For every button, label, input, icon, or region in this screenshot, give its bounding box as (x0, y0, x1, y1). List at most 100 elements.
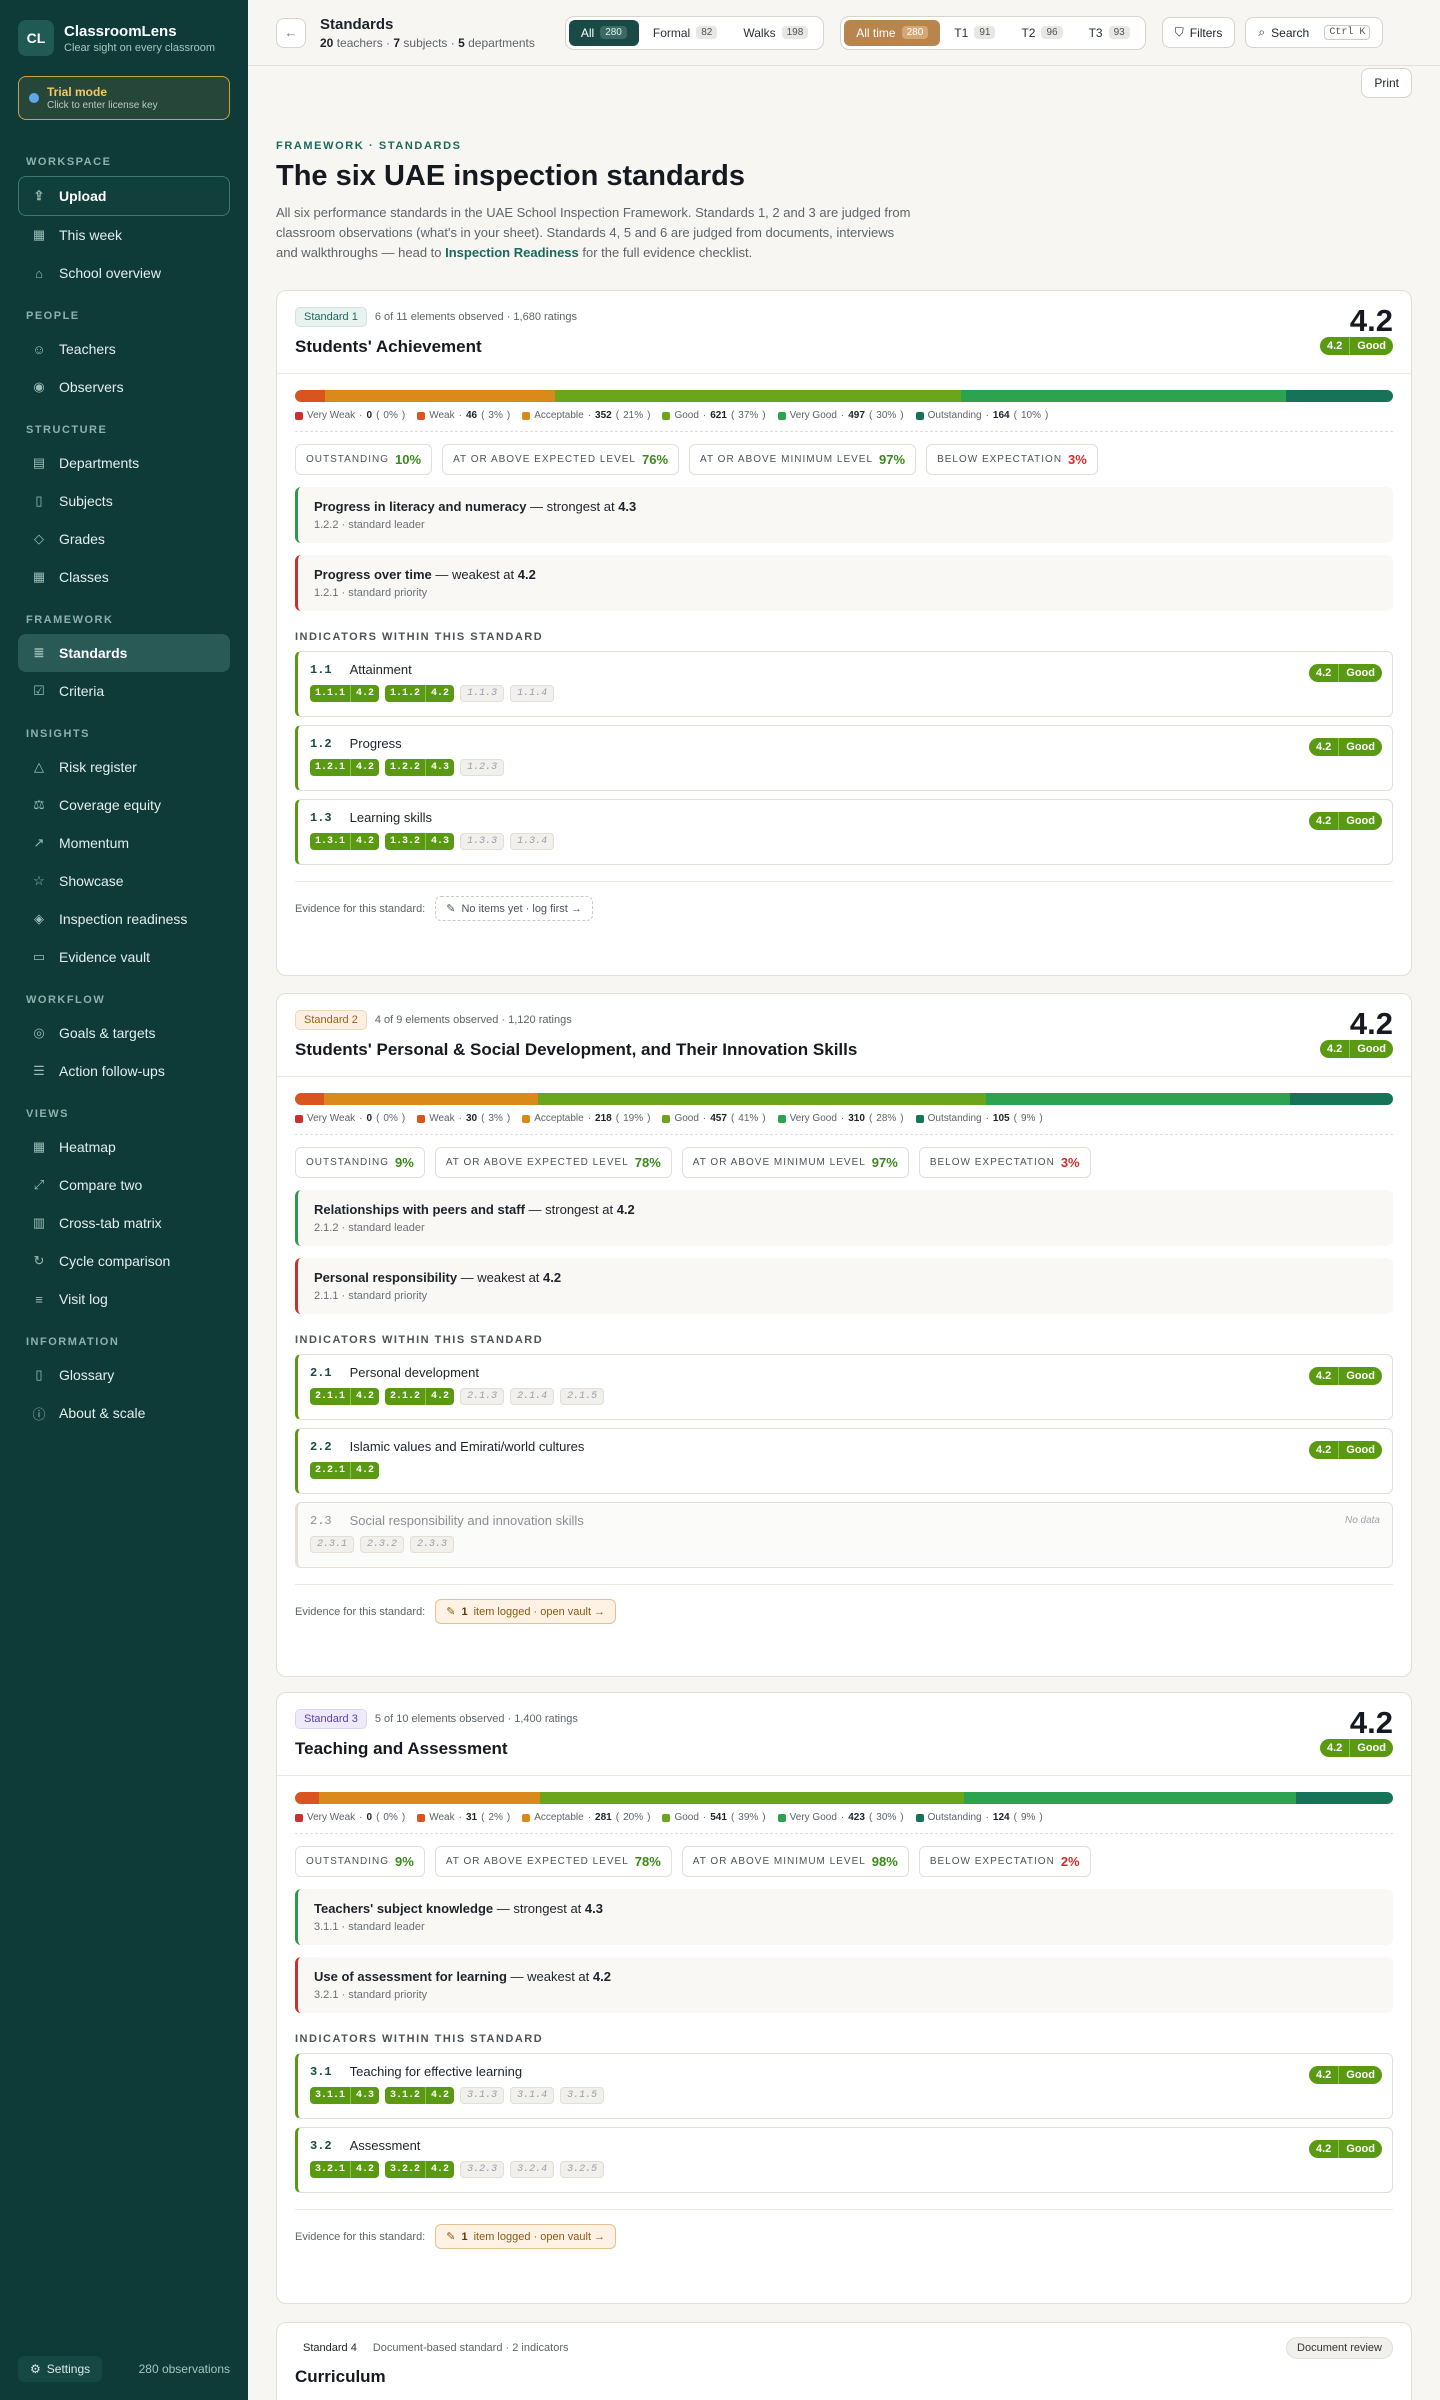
indicator-row[interactable]: 2.1 Personal development 4.2 Good 2.1.1 4.2 2.… (295, 1354, 1393, 1420)
sidebar-item-heatmap[interactable]: ▦ Heatmap (18, 1128, 230, 1166)
back-button[interactable]: ← (276, 17, 306, 48)
callout-connector: — weakest at (431, 567, 518, 582)
legend-item: Good · 457(41%) (662, 1113, 766, 1124)
stat-label: OUTSTANDING (306, 454, 390, 465)
sidebar-item-evidence-vault[interactable]: ▭ Evidence vault (18, 938, 230, 976)
checklist-icon: ☑ (33, 683, 45, 698)
indicator-header: 2.1 Personal development (310, 1365, 1380, 1380)
callout-score: 4.3 (584, 1901, 603, 1916)
filters-button[interactable]: ⛉ Filters (1161, 17, 1236, 48)
element-chip[interactable]: 2.1.2 4.2 (385, 1388, 455, 1405)
sidebar-item-crosstab-matrix[interactable]: ▥ Cross-tab matrix (18, 1204, 230, 1242)
element-chip-unobserved: 1.1.4 (510, 685, 555, 702)
brand[interactable]: CL ClassroomLens Clear sight on every cl… (0, 0, 248, 70)
sidebar-item-standards[interactable]: ≣ Standards (18, 634, 230, 672)
filter-t3[interactable]: T3 93 (1077, 20, 1142, 46)
chip-score: 4.3 (350, 2087, 379, 2104)
inspection-readiness-link[interactable]: Inspection Readiness (445, 245, 579, 260)
element-chip[interactable]: 3.1.1 4.3 (310, 2087, 380, 2104)
indicator-row[interactable]: 3.1 Teaching for effective learning 4.2 Goo… (295, 2053, 1393, 2119)
filter-walks[interactable]: Walks 198 (731, 20, 820, 46)
sidebar-item-action-followups[interactable]: ☰ Action follow-ups (18, 1052, 230, 1090)
distribution-legend: Very Weak · 0(0%) Weak · 46(3%) Acceptable · 352… (295, 410, 1393, 421)
filter-all[interactable]: All 280 (568, 19, 639, 46)
indicator-row[interactable]: 1.2 Progress 4.2 Good 1.2.1 4.2 1.2.2 4.3 1.2.3 (295, 725, 1393, 791)
weakest-element-callout: Personal responsibility — weakest at 4.2… (295, 1258, 1393, 1314)
score-pill: 4.2 Good (1308, 1441, 1382, 1459)
indicator-row[interactable]: 1.1 Attainment 4.2 Good 1.1.1 4.2 1.1.2 4.2 1.1.… (295, 651, 1393, 717)
element-chip[interactable]: 2.2.1 4.2 (310, 1462, 380, 1479)
sidebar-item-visit-log[interactable]: ≡ Visit log (18, 1280, 230, 1318)
filter-t2[interactable]: T2 96 (1009, 20, 1074, 46)
settings-button[interactable]: ⚙ Settings (18, 2356, 103, 2382)
chip-score: 4.2 (350, 1462, 379, 1479)
search-button[interactable]: ⌕ Search Ctrl K (1245, 17, 1384, 48)
callout-score: 4.2 (592, 1969, 611, 1984)
element-chip[interactable]: 1.2.2 4.3 (385, 759, 455, 776)
section-insights: INSIGHTS (26, 728, 90, 740)
indicator-row[interactable]: 3.2 Assessment 4.2 Good 3.2.1 4.2 3.2.2 4.2 3.2.… (295, 2127, 1393, 2193)
element-chip[interactable]: 3.2.2 4.2 (385, 2161, 455, 2178)
element-chip[interactable]: 3.2.1 4.2 (310, 2161, 380, 2178)
sidebar-item-departments[interactable]: ▤ Departments (18, 444, 230, 482)
indicator-row[interactable]: 2.2 Islamic values and Emirati/world cult… (295, 1428, 1393, 1494)
indicator-row[interactable]: 1.3 Learning skills 4.2 Good 1.3.1 4.2 1.3.2 4.… (295, 799, 1393, 865)
callout-role: standard priority (348, 1290, 428, 1302)
sidebar-item-classes[interactable]: ▦ Classes (18, 558, 230, 596)
section-workspace: WORKSPACE (26, 156, 112, 168)
evidence-button[interactable]: ✎ 1 item logged · open vault → (435, 1599, 617, 1624)
evidence-button[interactable]: ✎ 1 item logged · open vault → (435, 2224, 617, 2249)
standard-card: Standard 3 5 of 10 elements observed · 1,… (276, 1692, 1412, 2304)
element-chips: 2.1.1 4.2 2.1.2 4.2 2.1.3 2.1.4 2.1.5 (310, 1388, 1380, 1405)
sidebar-item-grades[interactable]: ◇ Grades (18, 520, 230, 558)
sidebar-item-showcase[interactable]: ☆ Showcase (18, 862, 230, 900)
sidebar-item-school-overview[interactable]: ⌂ School overview (18, 254, 230, 292)
sidebar-item-cycle-comparison[interactable]: ↻ Cycle comparison (18, 1242, 230, 1280)
sidebar-item-momentum[interactable]: ↗ Momentum (18, 824, 230, 862)
standard-stats: OUTSTANDING 9% AT OR ABOVE EXPECTED LEVEL 7… (295, 1147, 1393, 1178)
element-chip[interactable]: 1.3.1 4.2 (310, 833, 380, 850)
sidebar-item-this-week[interactable]: ▦ This week (18, 216, 230, 254)
sidebar-item-glossary[interactable]: ▯ Glossary (18, 1356, 230, 1394)
element-chip[interactable]: 1.3.2 4.3 (385, 833, 455, 850)
element-chip[interactable]: 1.1.1 4.2 (310, 685, 380, 702)
subject-label: subjects · (400, 35, 459, 50)
element-chip[interactable]: 1.1.2 4.2 (385, 685, 455, 702)
legend-swatch (662, 1813, 671, 1822)
sidebar-item-goals-targets[interactable]: ◎ Goals & targets (18, 1014, 230, 1052)
upload-icon: ⇪ (33, 188, 45, 203)
sidebar-item-label: Observers (59, 379, 124, 395)
element-chip[interactable]: 2.1.1 4.2 (310, 1388, 380, 1405)
trial-mode-banner[interactable]: Trial mode Click to enter license key (18, 76, 230, 120)
element-chip[interactable]: 3.1.2 4.2 (385, 2087, 455, 2104)
refresh-icon: ↻ (33, 1253, 45, 1268)
page-title: Standards (320, 15, 394, 33)
legend-swatch (522, 1114, 531, 1123)
pill-score: 4.2 (1315, 1444, 1332, 1456)
card-header: Standard 4 Document-based standard · 2 in… (277, 2323, 1411, 2387)
divider (277, 1775, 1411, 1776)
filter-t1[interactable]: T1 91 (942, 20, 1007, 46)
element-chip[interactable]: 1.2.1 4.2 (310, 759, 380, 776)
evidence-button[interactable]: ✎ No items yet · log first → (435, 896, 593, 921)
sidebar-item-upload[interactable]: ⇪ Upload (18, 176, 230, 216)
print-button[interactable]: Print (1361, 68, 1412, 98)
sidebar-item-subjects[interactable]: ▯ Subjects (18, 482, 230, 520)
sidebar-item-criteria[interactable]: ☑ Criteria (18, 672, 230, 710)
sidebar-item-risk-register[interactable]: △ Risk register (18, 748, 230, 786)
callout-role: standard leader (348, 519, 425, 531)
sidebar-item-about-scale[interactable]: ⓘ About & scale (18, 1394, 230, 1432)
sidebar-item-compare-two[interactable]: ⤢ Compare two (18, 1166, 230, 1204)
sidebar-item-observers[interactable]: ◉ Observers (18, 368, 230, 406)
filter-all-time[interactable]: All time 280 (844, 19, 941, 46)
callout-text: Relationships with peers and staff — str… (314, 1202, 1377, 1217)
sidebar-item-teachers[interactable]: ☺ Teachers (18, 330, 230, 368)
sidebar-item-inspection-readiness[interactable]: ◈ Inspection readiness (18, 900, 230, 938)
callout-connector: — weakest at (506, 1969, 593, 1984)
indicator-name: Assessment (349, 2138, 421, 2153)
indicator-row[interactable]: 2.3 Social responsibility and innovation … (295, 1502, 1393, 1568)
filter-count: 82 (696, 26, 718, 39)
sidebar-item-coverage-equity[interactable]: ⚖ Coverage equity (18, 786, 230, 824)
legend-pct: 19% (623, 1113, 644, 1124)
filter-formal[interactable]: Formal 82 (641, 20, 729, 46)
